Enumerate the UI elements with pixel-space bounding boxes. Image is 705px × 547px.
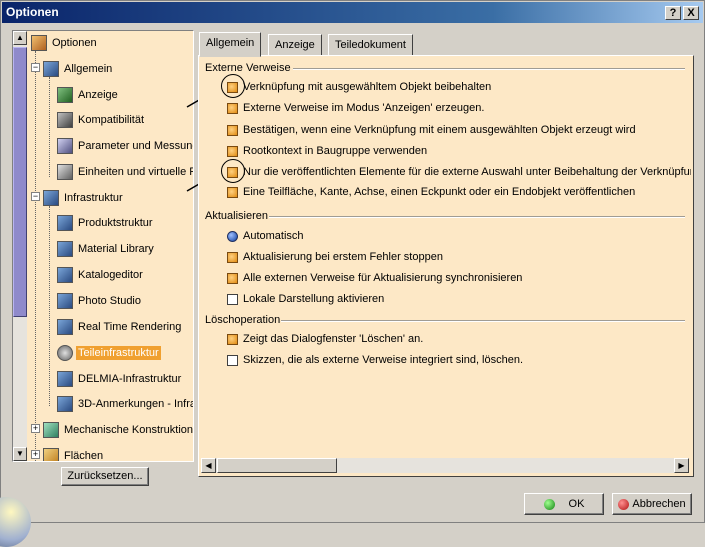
rendering-icon [57,319,73,336]
reset-button[interactable]: Zurücksetzen... [61,467,149,486]
units-icon [57,164,73,181]
scroll-thumb[interactable] [13,47,27,317]
help-button[interactable]: ? [665,6,681,20]
tree-item-3d-anmerkungen[interactable]: 3D-Anmerkungen - Infrastruktur [57,393,193,415]
options-icon [31,35,47,52]
tree-item-material-library[interactable]: Material Library [57,238,156,260]
checkbox[interactable] [227,124,238,136]
option-sync-refs[interactable]: Alle externen Verweise für Aktualisierun… [227,270,522,286]
tree-item-flaechen[interactable]: Flächen [43,445,105,461]
tree-item-delmia[interactable]: DELMIA-Infrastruktur [57,368,183,390]
tree-item-mechanische-konstruktion[interactable]: Mechanische Konstruktion [43,419,193,441]
checkbox[interactable] [227,354,238,366]
globe-icon [0,497,31,547]
tree-item-kompatibilitaet[interactable]: Kompatibilität [57,109,146,131]
checkbox[interactable] [227,333,238,345]
highlight-circle [221,74,245,98]
scroll-down-icon[interactable]: ▼ [13,447,27,461]
highlight-circle [221,159,245,183]
divider [293,68,685,70]
tree-item-photo-studio[interactable]: Photo Studio [57,290,143,312]
tree-item-katalogeditor[interactable]: Katalogeditor [57,264,145,286]
tree-item-real-time-rendering[interactable]: Real Time Rendering [57,316,183,338]
annotation-icon [57,396,73,413]
tree-item-einheiten[interactable]: Einheiten und virtuelle Realität [57,161,193,183]
display-icon [57,87,73,104]
option-keep-link[interactable]: Verknüpfung mit ausgewähltem Objekt beib… [227,79,491,95]
option-create-external-refs[interactable]: Externe Verweise im Modus 'Anzeigen' erz… [227,100,484,116]
tab-teiledokument[interactable]: Teiledokument [328,34,413,56]
option-confirm-link[interactable]: Bestätigen, wenn eine Verknüpfung mit ei… [227,122,636,138]
cancel-button[interactable]: Abbrechen [612,493,692,515]
tree-item-produktstruktur[interactable]: Produktstruktur [57,212,155,234]
product-structure-icon [57,215,73,232]
divider [269,216,685,218]
option-stop-on-error[interactable]: Aktualisierung bei erstem Fehler stoppen [227,249,443,265]
window-title: Optionen [6,5,59,19]
ok-icon [543,498,555,510]
expand-icon[interactable]: + [31,424,40,433]
tree-scrollbar[interactable]: ▲ ▼ [13,31,27,461]
scroll-thumb[interactable] [217,458,337,473]
scroll-left-icon[interactable]: ◀ [201,458,216,473]
section-title-update: Aktualisieren [205,210,268,222]
tab-allgemein[interactable]: Allgemein [199,32,262,57]
infrastructure-icon [43,190,59,207]
section-title-external: Externe Verweise [205,62,291,74]
scroll-up-icon[interactable]: ▲ [13,31,27,45]
options-window: Optionen ? X ▲ ▼ Optionen − Allgemein An… [0,0,705,547]
delmia-icon [57,371,73,388]
checkbox[interactable] [227,145,238,157]
photo-studio-icon [57,293,73,310]
divider [281,320,685,322]
general-icon [43,61,59,78]
checkbox[interactable] [227,102,238,114]
checkbox[interactable] [227,272,238,284]
option-show-delete-dialog[interactable]: Zeigt das Dialogfenster 'Löschen' an. [227,331,423,347]
checkbox[interactable] [227,251,238,263]
tree-item-teileinfrastruktur[interactable]: Teileinfrastruktur [57,342,161,364]
expand-icon[interactable]: + [31,450,40,459]
compatibility-icon [57,112,73,129]
options-content: Externe Verweise Verknüpfung mit ausgewä… [201,59,691,456]
close-button[interactable]: X [683,6,699,20]
mechanical-design-icon [43,422,59,439]
tab-anzeige[interactable]: Anzeige [268,34,322,56]
options-tree: ▲ ▼ Optionen − Allgemein Anzeige Kompati… [12,30,194,462]
option-local-display[interactable]: Lokale Darstellung aktivieren [227,291,384,307]
collapse-icon[interactable]: − [31,63,40,72]
scroll-right-icon[interactable]: ▶ [674,458,689,473]
tree-item-anzeige[interactable]: Anzeige [57,84,120,106]
option-automatic[interactable]: Automatisch [227,228,304,244]
option-delete-sketches[interactable]: Skizzen, die als externe Verweise integr… [227,352,523,368]
tree-item-allgemein[interactable]: Allgemein [43,58,114,80]
checkbox[interactable] [227,186,238,198]
option-root-context[interactable]: Rootkontext in Baugruppe verwenden [227,143,427,159]
tree-item-infrastruktur[interactable]: Infrastruktur [43,187,125,209]
catalog-editor-icon [57,267,73,284]
tree-item-parameter[interactable]: Parameter und Messungen [57,135,193,157]
material-library-icon [57,241,73,258]
content-hscrollbar[interactable]: ◀ ▶ [201,458,689,473]
surfaces-icon [43,448,59,461]
ok-button[interactable]: OK [524,493,604,515]
cancel-icon [618,498,630,510]
option-publish-face[interactable]: Eine Teilfläche, Kante, Achse, einen Eck… [227,184,635,200]
gear-icon [57,345,73,362]
radio-button[interactable] [227,230,238,242]
tree-root[interactable]: Optionen [31,32,99,54]
option-published-only[interactable]: Nur die veröffentlichten Elemente für di… [227,164,691,180]
title-bar: Optionen ? X [2,2,703,23]
checkbox[interactable] [227,293,238,305]
parameters-icon [57,138,73,155]
section-title-delete: Löschoperation [205,314,281,326]
collapse-icon[interactable]: − [31,192,40,201]
